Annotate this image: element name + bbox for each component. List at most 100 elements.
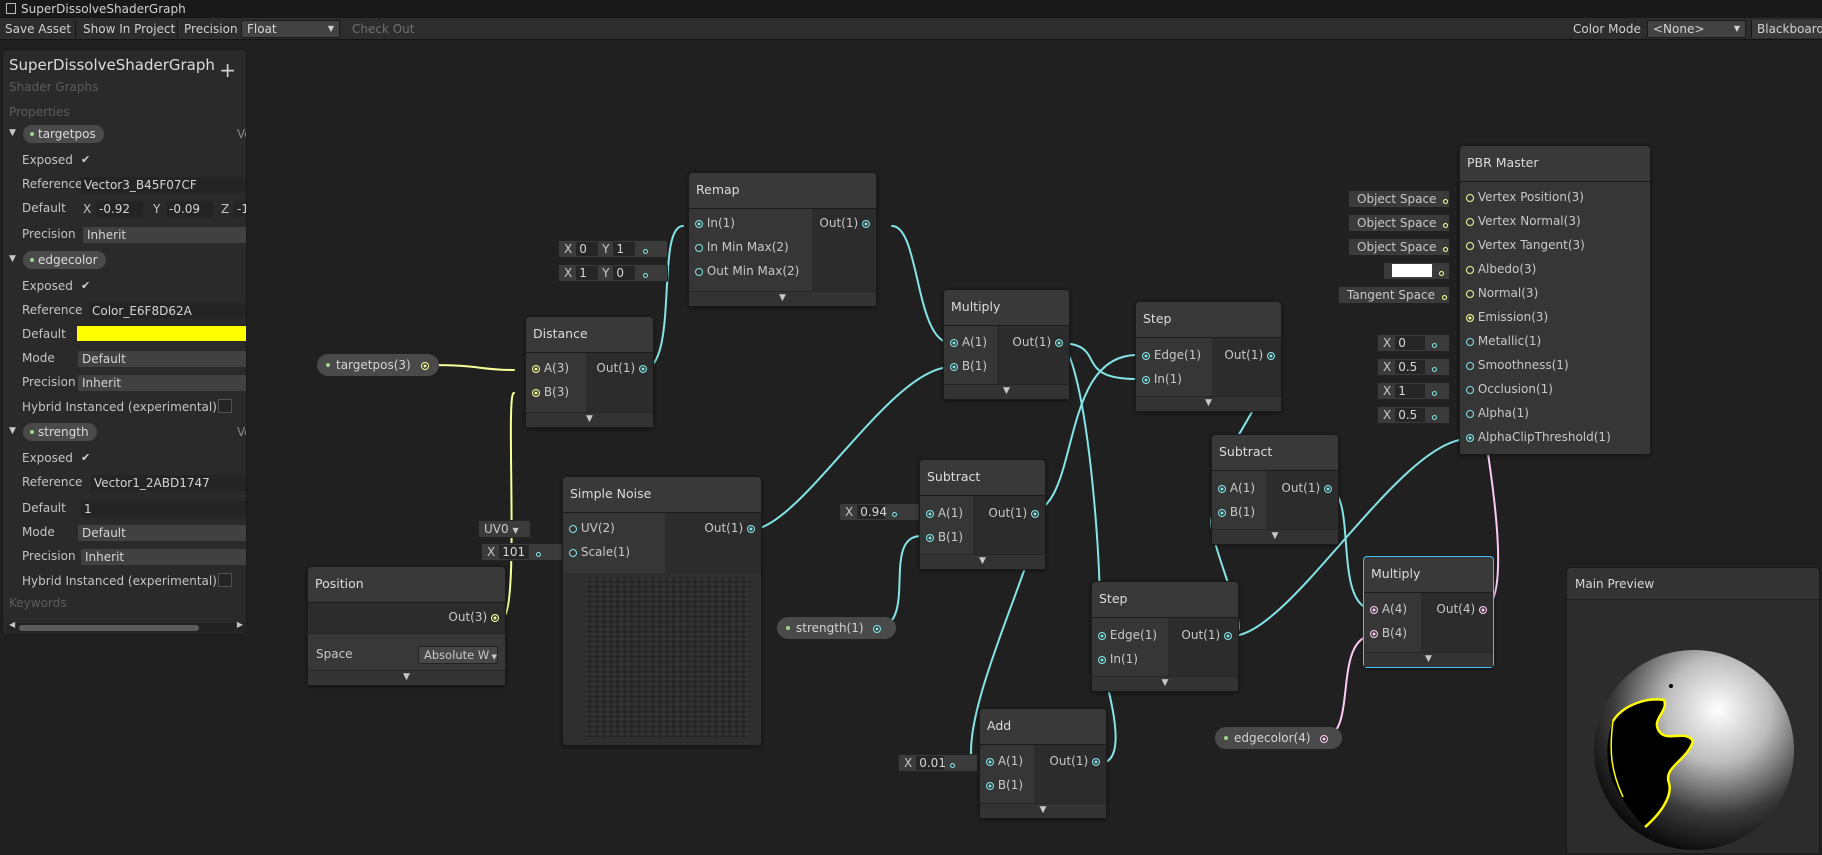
occlusion-port[interactable]: Occlusion(1) xyxy=(1466,378,1553,400)
targetpos-y-field[interactable]: -0.09 xyxy=(166,201,213,217)
strength-hybrid-checkbox[interactable] xyxy=(218,573,232,587)
distance-a-port[interactable]: A(3) xyxy=(532,357,569,379)
chevron-down-icon[interactable]: ▼ xyxy=(944,384,1069,399)
targetpos-exposed-checkbox[interactable]: ✔ xyxy=(81,153,90,166)
edgecolor-property-pill[interactable]: edgecolor xyxy=(23,251,106,269)
targetpos-property-pill[interactable]: targetpos xyxy=(23,125,104,143)
chevron-down-icon[interactable]: ▼ xyxy=(689,291,876,306)
remap-inminmax-port[interactable]: In Min Max(2) xyxy=(695,236,789,258)
add-property-button[interactable]: + xyxy=(219,58,236,82)
vertex-tangent-port[interactable]: Vertex Tangent(3) xyxy=(1466,234,1585,256)
vertex-tangent-space-slot[interactable]: Object Space xyxy=(1348,238,1450,256)
smoothness-port[interactable]: Smoothness(1) xyxy=(1466,354,1569,376)
edgecolor-foldout-icon[interactable]: ▼ xyxy=(9,254,16,264)
step1-out-port[interactable]: Out(1) xyxy=(1224,344,1275,366)
noise-uv-port[interactable]: UV(2) xyxy=(569,517,615,539)
subtract2-out-port[interactable]: Out(1) xyxy=(1281,477,1332,499)
distance-b-port[interactable]: B(3) xyxy=(532,381,569,403)
multiply1-a-port[interactable]: A(1) xyxy=(950,331,987,353)
add-b-port[interactable]: B(1) xyxy=(986,774,1023,796)
chevron-down-icon[interactable]: ▼ xyxy=(920,554,1045,569)
emission-port[interactable]: Emission(3) xyxy=(1466,306,1548,328)
chevron-down-icon[interactable]: ▼ xyxy=(1212,529,1338,544)
step2-in-port[interactable]: In(1) xyxy=(1098,648,1138,670)
albedo-port[interactable]: Albedo(3) xyxy=(1466,258,1536,280)
edgecolor-exposed-checkbox[interactable]: ✔ xyxy=(81,279,90,292)
chevron-down-icon[interactable]: ▼ xyxy=(980,803,1106,818)
remap-outminmax-slot[interactable]: X1 Y0 xyxy=(558,264,668,282)
targetpos-precision-dropdown[interactable]: Inherit xyxy=(83,227,246,243)
vertex-position-space-slot[interactable]: Object Space xyxy=(1348,190,1450,208)
subtract-node-1[interactable]: Subtract A(1) B(1) Out(1) ▼ xyxy=(919,459,1046,570)
strength-precision-dropdown[interactable]: Inherit xyxy=(81,549,246,565)
metallic-port[interactable]: Metallic(1) xyxy=(1466,330,1541,352)
main-preview-panel[interactable]: Main Preview xyxy=(1566,567,1820,854)
edgecolor-default-swatch[interactable] xyxy=(77,326,246,341)
step-node-2[interactable]: Step Edge(1) In(1) Out(1) ▼ xyxy=(1091,581,1239,692)
scrollbar-thumb[interactable] xyxy=(19,625,199,631)
add-a-slot[interactable]: X 0.01 xyxy=(898,754,978,772)
subtract1-out-port[interactable]: Out(1) xyxy=(988,502,1039,524)
alpha-clip-threshold-port[interactable]: AlphaClipThreshold(1) xyxy=(1466,426,1611,448)
multiply-node-2[interactable]: Multiply A(4) B(4) Out(4) ▼ xyxy=(1363,556,1494,668)
multiply2-out-port[interactable]: Out(4) xyxy=(1436,598,1487,620)
position-node[interactable]: Position Out(3) Space Absolute W ▼ ▼ xyxy=(307,566,506,686)
remap-inminmax-slot[interactable]: X0 Y1 xyxy=(558,240,668,258)
strength-default-field[interactable]: 1 xyxy=(81,501,246,517)
edgecolor-property-node[interactable]: edgecolor(4) xyxy=(1215,727,1342,749)
multiply2-a-port[interactable]: A(4) xyxy=(1370,598,1407,620)
multiply-node-1[interactable]: Multiply A(1) B(1) Out(1) ▼ xyxy=(943,289,1070,400)
subtract1-b-port[interactable]: B(1) xyxy=(926,526,963,548)
targetpos-z-field[interactable]: -1 xyxy=(234,201,246,217)
metallic-slot[interactable]: X0 xyxy=(1377,334,1450,352)
vertex-normal-port[interactable]: Vertex Normal(3) xyxy=(1466,210,1581,232)
chevron-down-icon[interactable]: ▼ xyxy=(1092,676,1238,691)
albedo-color-slot[interactable] xyxy=(1383,262,1450,280)
edgecolor-reference-field[interactable]: Color_E6F8D62A xyxy=(89,303,246,319)
remap-outminmax-port[interactable]: Out Min Max(2) xyxy=(695,260,799,282)
targetpos-reference-field[interactable]: Vector3_B45F07CF xyxy=(81,177,246,193)
position-out-port[interactable]: Out(3) xyxy=(448,606,499,628)
step1-edge-port[interactable]: Edge(1) xyxy=(1142,344,1201,366)
edgecolor-hybrid-checkbox[interactable] xyxy=(218,399,232,413)
smoothness-slot[interactable]: X 0.5 xyxy=(1377,358,1450,376)
strength-foldout-icon[interactable]: ▼ xyxy=(9,426,16,436)
add-node[interactable]: Add A(1) B(1) Out(1) ▼ xyxy=(979,708,1107,819)
step-node-1[interactable]: Step Edge(1) In(1) Out(1) ▼ xyxy=(1135,301,1282,412)
noise-out-port[interactable]: Out(1) xyxy=(704,517,755,539)
subtract2-a-port[interactable]: A(1) xyxy=(1218,477,1255,499)
remap-node[interactable]: Remap In(1) In Min Max(2) Out Min Max(2)… xyxy=(688,172,877,307)
position-space-dropdown[interactable]: Absolute W ▼ xyxy=(418,646,498,664)
scroll-left-icon[interactable]: ◀ xyxy=(9,620,15,629)
targetpos-x-field[interactable]: -0.92 xyxy=(96,201,143,217)
subtract1-a-slot[interactable]: X 0.94 xyxy=(839,503,927,521)
alpha-port[interactable]: Alpha(1) xyxy=(1466,402,1529,424)
multiply1-b-port[interactable]: B(1) xyxy=(950,355,987,377)
subtract2-b-port[interactable]: B(1) xyxy=(1218,501,1255,523)
subtract-node-2[interactable]: Subtract A(1) B(1) Out(1) ▼ xyxy=(1211,434,1339,545)
edgecolor-precision-dropdown[interactable]: Inherit xyxy=(78,375,246,391)
edgecolor-mode-dropdown[interactable]: Default xyxy=(78,351,246,367)
targetpos-foldout-icon[interactable]: ▼ xyxy=(9,128,16,138)
pbr-master-node[interactable]: PBR Master Vertex Position(3) Vertex Nor… xyxy=(1459,145,1651,455)
chevron-down-icon[interactable]: ▼ xyxy=(526,412,653,427)
normal-port[interactable]: Normal(3) xyxy=(1466,282,1538,304)
strength-property-pill[interactable]: strength xyxy=(23,423,97,441)
strength-reference-field[interactable]: Vector1_2ABD1747 xyxy=(91,475,246,491)
remap-out-port[interactable]: Out(1) xyxy=(819,212,870,234)
step1-in-port[interactable]: In(1) xyxy=(1142,368,1182,390)
step2-edge-port[interactable]: Edge(1) xyxy=(1098,624,1157,646)
chevron-down-icon[interactable]: ▼ xyxy=(1136,396,1281,411)
chevron-down-icon[interactable]: ▼ xyxy=(308,670,505,685)
occlusion-slot[interactable]: X1 xyxy=(1377,382,1450,400)
normal-space-slot[interactable]: Tangent Space xyxy=(1338,286,1450,304)
strength-exposed-checkbox[interactable]: ✔ xyxy=(81,451,90,464)
add-a-port[interactable]: A(1) xyxy=(986,750,1023,772)
vertex-position-port[interactable]: Vertex Position(3) xyxy=(1466,186,1584,208)
add-out-port[interactable]: Out(1) xyxy=(1049,750,1100,772)
strength-mode-dropdown[interactable]: Default xyxy=(78,525,246,541)
subtract1-a-port[interactable]: A(1) xyxy=(926,502,963,524)
blackboard-horizontal-scrollbar[interactable]: ◀ ▶ xyxy=(7,620,245,633)
remap-in-port[interactable]: In(1) xyxy=(695,212,735,234)
multiply2-b-port[interactable]: B(4) xyxy=(1370,622,1407,644)
